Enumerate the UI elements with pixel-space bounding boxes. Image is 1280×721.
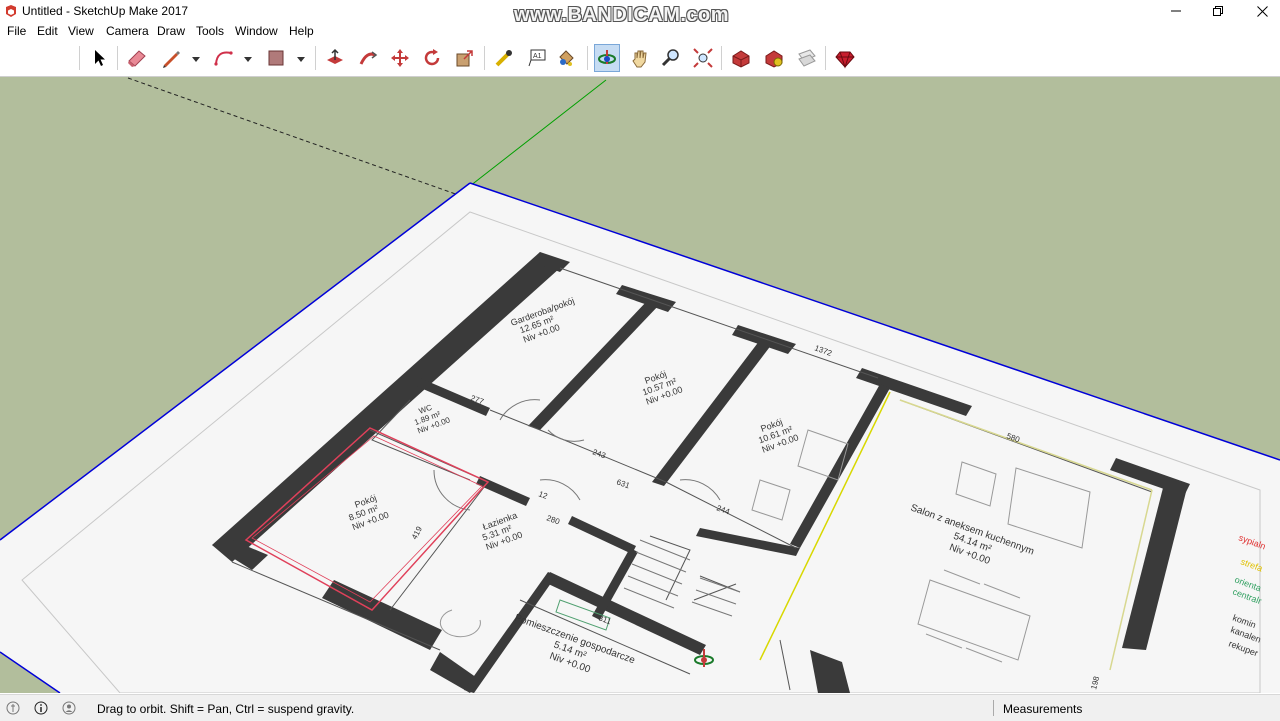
drawing-viewport[interactable]: Garderoba/pokój 12.65 m² Niv +0.00 Pokój…: [0, 77, 1280, 693]
text-tool[interactable]: A1: [524, 44, 550, 72]
select-tool[interactable]: [86, 44, 112, 72]
rotate-icon: [424, 49, 440, 66]
restore-icon: [1213, 6, 1223, 16]
model-scene: Garderoba/pokój 12.65 m² Niv +0.00 Pokój…: [0, 77, 1280, 693]
menu-tools[interactable]: Tools: [196, 24, 224, 38]
extension-warehouse-tool[interactable]: [761, 44, 787, 72]
zoom-extents-icon: [693, 48, 713, 68]
scale-tool[interactable]: [452, 44, 478, 72]
measurements-input[interactable]: [1094, 698, 1280, 720]
text-label-icon: A1: [528, 49, 546, 67]
menu-bar: File Edit View Camera Draw Tools Window …: [0, 22, 1280, 40]
green-axis: [469, 79, 607, 187]
toolbar-separator: [117, 46, 118, 70]
chevron-down-icon[interactable]: [243, 54, 253, 64]
chevron-down-icon[interactable]: [296, 54, 306, 64]
toolbar-grip: [79, 46, 80, 70]
menu-camera[interactable]: Camera: [106, 24, 149, 38]
user-account-icon[interactable]: [62, 701, 76, 715]
arc-tool[interactable]: [211, 44, 237, 72]
orbit-icon: [598, 50, 616, 64]
menu-edit[interactable]: Edit: [37, 24, 58, 38]
toolbar-separator: [315, 46, 316, 70]
close-icon: [1256, 5, 1268, 17]
zoom-tool[interactable]: [658, 44, 684, 72]
measurements-label: Measurements: [1003, 702, 1083, 716]
push-pull-icon: [327, 48, 343, 64]
push-pull-tool[interactable]: [322, 44, 348, 72]
follow-me-icon: [359, 51, 378, 65]
status-hint: Drag to orbit. Shift = Pan, Ctrl = suspe…: [97, 702, 355, 716]
ruby-gem-icon: [835, 51, 855, 69]
tape-measure-icon: [495, 50, 512, 67]
main-toolbar: A1: [0, 40, 1280, 77]
tape-measure-tool[interactable]: [491, 44, 517, 72]
ruby-tool[interactable]: [832, 44, 858, 72]
rotate-tool[interactable]: [419, 44, 445, 72]
menu-view[interactable]: View: [68, 24, 94, 38]
zoom-extents-tool[interactable]: [690, 44, 716, 72]
eraser-tool[interactable]: [124, 44, 150, 72]
move-tool[interactable]: [387, 44, 413, 72]
menu-file[interactable]: File: [7, 24, 26, 38]
magnifier-icon: [661, 49, 679, 67]
geolocation-icon[interactable]: [6, 701, 20, 715]
orbit-tool[interactable]: [594, 44, 620, 72]
toolbar-separator: [825, 46, 826, 70]
3d-warehouse-tool[interactable]: [728, 44, 754, 72]
scale-icon: [456, 50, 473, 67]
menu-window[interactable]: Window: [235, 24, 278, 38]
close-button[interactable]: [1240, 0, 1280, 22]
warehouse-icon: [732, 50, 750, 68]
restore-button[interactable]: [1196, 0, 1240, 22]
svg-text:A1: A1: [533, 53, 542, 60]
eraser-icon: [128, 50, 146, 67]
toolbar-separator: [484, 46, 485, 70]
layout-icon: [798, 49, 816, 67]
follow-me-tool[interactable]: [355, 44, 381, 72]
menu-draw[interactable]: Draw: [157, 24, 185, 38]
paint-bucket-tool[interactable]: [553, 44, 579, 72]
arrow-cursor-icon: [95, 50, 105, 66]
toolbar-separator: [587, 46, 588, 70]
toolbar-separator: [721, 46, 722, 70]
rectangle-tool[interactable]: [263, 44, 289, 72]
pan-tool[interactable]: [627, 44, 653, 72]
minimize-button[interactable]: [1154, 0, 1198, 22]
arc-icon: [214, 51, 233, 66]
paint-bucket-icon: [559, 50, 574, 66]
pencil-icon: [163, 51, 180, 68]
move-arrows-icon: [391, 49, 409, 67]
status-divider: [993, 700, 994, 716]
chevron-down-icon[interactable]: [191, 54, 201, 64]
minimize-icon: [1171, 10, 1181, 12]
pan-hand-icon: [632, 50, 647, 68]
window-title: Untitled - SketchUp Make 2017: [22, 4, 189, 18]
extension-warehouse-icon: [765, 50, 783, 68]
title-bar: Untitled - SketchUp Make 2017 www.BANDIC…: [0, 0, 1280, 26]
rectangle-icon: [268, 50, 284, 66]
credits-info-icon[interactable]: [34, 701, 48, 715]
pencil-tool[interactable]: [158, 44, 184, 72]
status-bar: Drag to orbit. Shift = Pan, Ctrl = suspe…: [0, 694, 1280, 721]
menu-help[interactable]: Help: [289, 24, 314, 38]
layout-tool[interactable]: [794, 44, 820, 72]
sketchup-logo-icon: [6, 5, 16, 17]
